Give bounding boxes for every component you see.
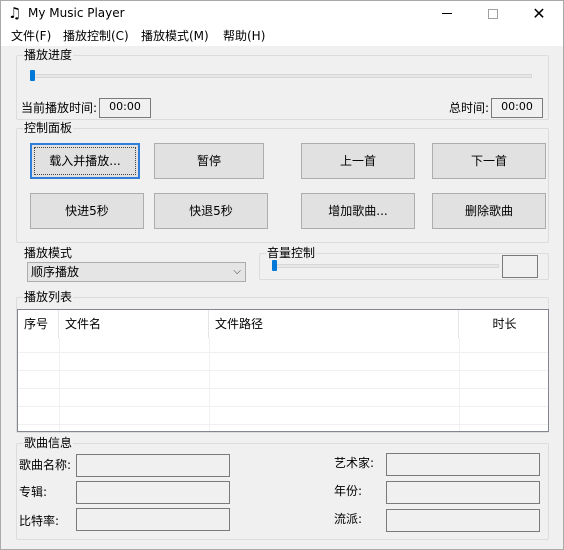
menu-playback-mode[interactable]: 播放模式(M) (140, 28, 210, 44)
artist-label: 艺术家: (334, 456, 375, 470)
next-track-button[interactable]: 下一首 (432, 143, 546, 179)
grid-line (18, 388, 548, 389)
current-time-label: 当前播放时间: (21, 101, 98, 115)
menu-playback-control[interactable]: 播放控制(C) (62, 28, 130, 44)
pause-button[interactable]: 暂停 (154, 143, 264, 179)
progress-group-label: 播放进度 (23, 48, 74, 63)
year-label: 年份: (334, 484, 363, 498)
maximize-button[interactable] (470, 1, 516, 26)
window-title: My Music Player (28, 6, 125, 20)
artist-field[interactable] (386, 453, 540, 476)
progress-track[interactable] (30, 74, 532, 78)
close-button[interactable]: ✕ (516, 1, 562, 26)
bitrate-label: 比特率: (19, 514, 60, 528)
total-time-value: 00:00 (491, 98, 543, 118)
menu-help[interactable]: 帮助(H) (222, 28, 266, 44)
close-icon: ✕ (532, 3, 546, 23)
current-time-value: 00:00 (99, 98, 151, 118)
song-title-field[interactable] (76, 454, 230, 477)
previous-track-button[interactable]: 上一首 (301, 143, 415, 179)
menu-bar: 文件(F) 播放控制(C) 播放模式(M) 帮助(H) (1, 26, 563, 46)
fast-forward-button[interactable]: 快进5秒 (30, 193, 144, 229)
music-note-icon: ♫ (8, 4, 22, 22)
column-header-index[interactable]: 序号 (18, 310, 59, 338)
volume-value (502, 255, 538, 278)
play-mode-select[interactable]: 顺序播放 ⌵ (27, 262, 246, 282)
playlist-header: 序号 文件名 文件路径 时长 (18, 310, 548, 338)
minimize-icon (442, 13, 452, 14)
menu-file[interactable]: 文件(F) (10, 28, 52, 44)
play-mode-selected: 顺序播放 (31, 265, 80, 279)
genre-label: 流派: (334, 512, 363, 526)
grid-line (18, 370, 548, 371)
play-mode-label: 播放模式 (24, 246, 73, 260)
app-window: ♫ My Music Player ✕ 文件(F) 播放控制(C) 播放模式(M… (0, 0, 564, 550)
load-and-play-button[interactable]: 载入并播放... (30, 143, 140, 179)
song-title-label: 歌曲名称: (19, 458, 72, 472)
song-info-group-label: 歌曲信息 (23, 436, 74, 451)
maximize-icon (488, 8, 498, 19)
chevron-down-icon: ⌵ (233, 266, 241, 277)
playlist-table[interactable]: 序号 文件名 文件路径 时长 (17, 309, 549, 432)
control-panel-label: 控制面板 (23, 121, 74, 136)
column-header-filename[interactable]: 文件名 (59, 310, 209, 338)
grid-line (18, 424, 548, 425)
bitrate-field[interactable] (76, 508, 230, 531)
minimize-button[interactable] (424, 1, 470, 26)
volume-group-label: 音量控制 (266, 246, 317, 261)
grid-line (18, 406, 548, 407)
grid-line (18, 352, 548, 353)
year-field[interactable] (386, 481, 540, 504)
total-time-label: 总时间: (449, 101, 490, 115)
album-field[interactable] (76, 481, 230, 504)
album-label: 专辑: (19, 485, 48, 499)
delete-song-button[interactable]: 删除歌曲 (432, 193, 546, 229)
progress-slider-thumb[interactable] (30, 70, 35, 81)
title-bar[interactable]: ♫ My Music Player ✕ (1, 1, 563, 26)
volume-track[interactable] (273, 264, 499, 268)
playlist-group-label: 播放列表 (23, 290, 74, 305)
add-song-button[interactable]: 增加歌曲... (301, 193, 415, 229)
rewind-button[interactable]: 快退5秒 (154, 193, 268, 229)
column-header-duration[interactable]: 时长 (459, 310, 548, 338)
column-header-filepath[interactable]: 文件路径 (209, 310, 459, 338)
genre-field[interactable] (386, 509, 540, 532)
volume-slider-thumb[interactable] (272, 260, 277, 271)
